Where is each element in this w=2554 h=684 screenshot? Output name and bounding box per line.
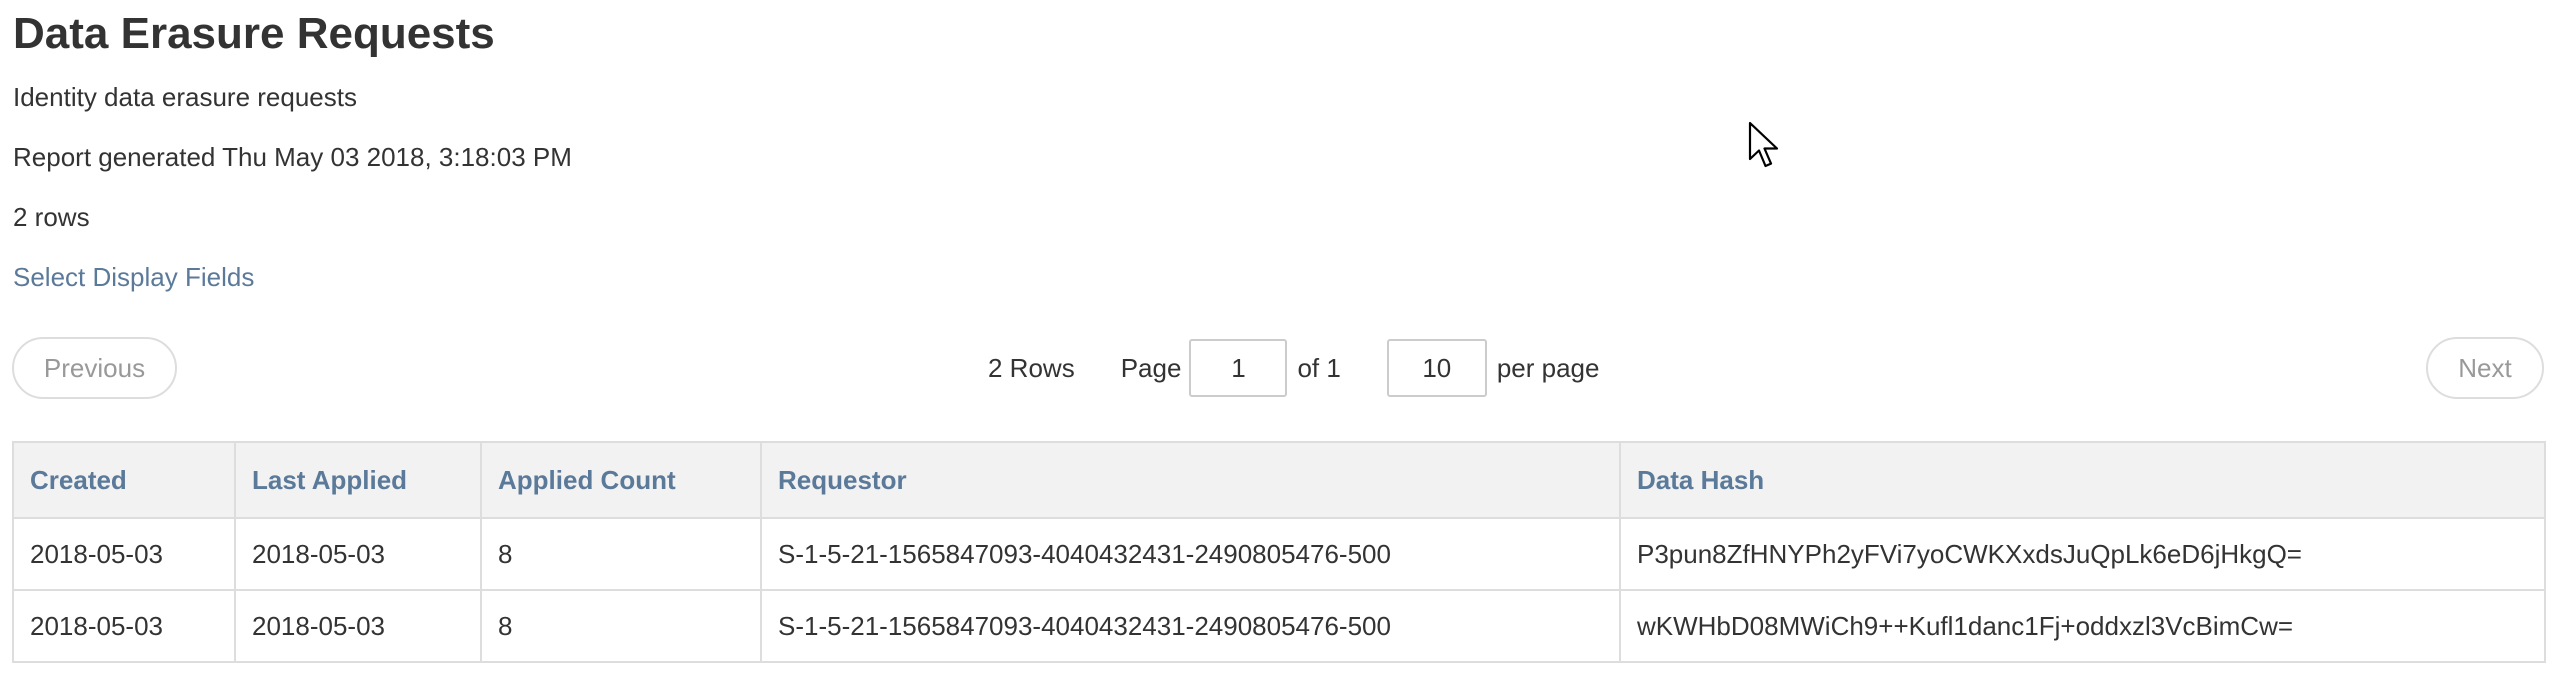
cell-last-applied: 2018-05-03 — [234, 517, 482, 591]
cell-applied-count: 8 — [480, 517, 762, 591]
cell-data-hash: wKWHbD08MWiCh9++Kufl1danc1Fj+oddxzl3VcBi… — [1619, 589, 2546, 663]
pager-controls: 2 Rows Page of 1 per page — [988, 337, 1599, 399]
cell-data-hash: P3pun8ZfHNYPh2yFVi7yoCWKXxdsJuQpLk6eD6jH… — [1619, 517, 2546, 591]
mouse-pointer-icon — [1748, 121, 1779, 168]
cell-created: 2018-05-03 — [12, 517, 236, 591]
page-number-input[interactable] — [1189, 339, 1288, 397]
row-count-text: 2 rows — [13, 202, 90, 232]
cell-created: 2018-05-03 — [12, 589, 236, 663]
column-header-applied-count[interactable]: Applied Count — [480, 441, 762, 519]
table-row[interactable]: 2018-05-03 2018-05-03 8 S-1-5-21-1565847… — [12, 517, 2546, 591]
cell-requestor: S-1-5-21-1565847093-4040432431-249080547… — [760, 517, 1621, 591]
page: Data Erasure Requests Identity data eras… — [0, 0, 2554, 684]
cell-last-applied: 2018-05-03 — [234, 589, 482, 663]
page-title: Data Erasure Requests — [13, 9, 495, 58]
table-header-row: Created Last Applied Applied Count Reque… — [12, 441, 2546, 519]
pager-page-label: Page — [1120, 352, 1182, 383]
per-page-input[interactable] — [1386, 339, 1487, 397]
select-display-fields-link[interactable]: Select Display Fields — [13, 260, 254, 294]
column-header-created[interactable]: Created — [12, 441, 236, 519]
page-subtitle: Identity data erasure requests — [13, 82, 357, 112]
table-row[interactable]: 2018-05-03 2018-05-03 8 S-1-5-21-1565847… — [12, 589, 2546, 663]
report-generated-text: Report generated Thu May 03 2018, 3:18:0… — [13, 142, 572, 172]
pager-of-label: of 1 — [1297, 352, 1341, 383]
previous-button[interactable]: Previous — [12, 337, 177, 399]
pager-rows-count: 2 Rows — [988, 352, 1075, 383]
column-header-requestor[interactable]: Requestor — [760, 441, 1621, 519]
pager-per-page-label: per page — [1496, 352, 1600, 383]
cell-requestor: S-1-5-21-1565847093-4040432431-249080547… — [760, 589, 1621, 663]
next-button[interactable]: Next — [2426, 337, 2544, 399]
cell-applied-count: 8 — [480, 589, 762, 663]
erasure-requests-table: Created Last Applied Applied Count Reque… — [12, 441, 2546, 663]
column-header-last-applied[interactable]: Last Applied — [234, 441, 482, 519]
column-header-data-hash[interactable]: Data Hash — [1619, 441, 2546, 519]
